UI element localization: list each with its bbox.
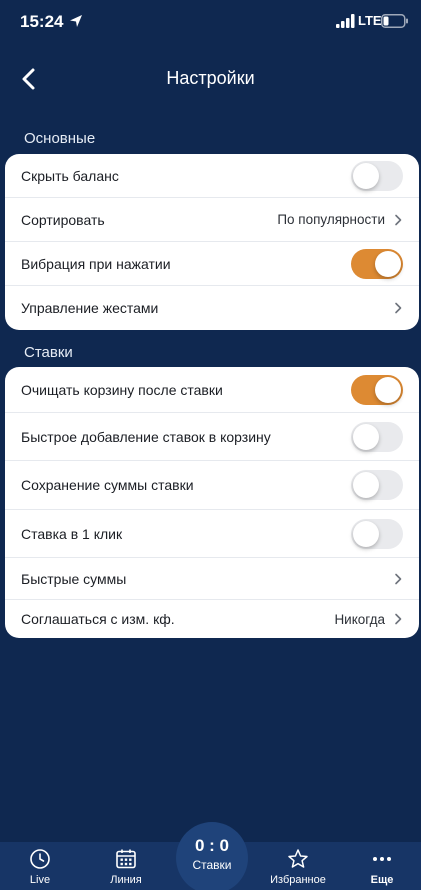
settings-card-bets: Очищать корзину после ставки Быстрое доб… <box>5 367 419 638</box>
vibration-toggle[interactable] <box>351 248 403 279</box>
row-accept-odds-change[interactable]: Соглашаться с изм. кф. Никогда <box>5 600 419 638</box>
row-clear-cart: Очищать корзину после ставки <box>5 367 419 413</box>
toggle-knob <box>375 250 401 277</box>
row-sort[interactable]: Сортировать По популярности <box>5 198 419 242</box>
chevron-right-icon <box>395 214 402 225</box>
hide-balance-toggle[interactable] <box>351 160 403 191</box>
section-title-bets: Ставки <box>24 344 73 361</box>
one-click-toggle[interactable] <box>351 518 403 549</box>
row-label: Скрыть баланс <box>21 167 119 184</box>
row-quick-add: Быстрое добавление ставок в корзину <box>5 413 419 461</box>
tab-line[interactable]: Линия <box>96 842 156 890</box>
tab-label: Избранное <box>270 874 326 886</box>
tab-label: Линия <box>110 874 142 886</box>
chevron-right-icon <box>395 573 402 584</box>
tab-label: Ставки <box>192 858 232 872</box>
status-time: 15:24 <box>20 12 64 31</box>
chevron-right-icon <box>395 302 402 314</box>
sort-value: По популярности <box>277 212 385 227</box>
toggle-knob <box>353 472 379 498</box>
row-label: Сохранение суммы ставки <box>21 477 194 493</box>
calendar-icon <box>116 849 136 869</box>
section-title-main: Основные <box>24 130 96 147</box>
location-arrow-icon <box>70 15 82 27</box>
settings-card-main: Скрыть баланс Сортировать По популярност… <box>5 154 419 330</box>
tab-bets[interactable]: 0 : 0 Ставки <box>176 822 248 890</box>
clock-icon <box>30 849 50 869</box>
settings-screen: 15:24 LTE Настройки Основные Скрыть бала… <box>0 0 421 890</box>
accept-odds-value: Никогда <box>334 611 385 627</box>
chevron-right-icon <box>395 613 402 625</box>
row-label: Очищать корзину после ставки <box>21 381 223 398</box>
cellular-signal-icon <box>336 14 355 28</box>
row-gesture-control[interactable]: Управление жестами <box>5 286 419 330</box>
row-quick-amounts[interactable]: Быстрые суммы <box>5 558 419 600</box>
tab-live[interactable]: Live <box>12 842 68 890</box>
row-save-amount: Сохранение суммы ставки <box>5 461 419 510</box>
page-title: Настройки <box>166 68 255 88</box>
status-bar: 15:24 LTE <box>0 0 421 44</box>
star-icon <box>288 849 308 868</box>
row-label: Соглашаться с изм. кф. <box>21 611 175 627</box>
row-one-click: Ставка в 1 клик <box>5 510 419 558</box>
more-dots-icon <box>373 857 391 861</box>
row-label: Ставка в 1 клик <box>21 525 123 542</box>
row-label: Сортировать <box>21 211 105 228</box>
tab-label: Еще <box>370 874 394 886</box>
tab-more[interactable]: Еще <box>358 842 406 890</box>
row-label: Быстрые суммы <box>21 570 127 587</box>
network-type: LTE <box>358 13 382 28</box>
row-vibration: Вибрация при нажатии <box>5 242 419 286</box>
row-label: Вибрация при нажатии <box>21 255 171 272</box>
toggle-knob <box>353 423 379 450</box>
tab-label: Live <box>29 874 51 886</box>
row-hide-balance: Скрыть баланс <box>5 154 419 198</box>
quick-add-toggle[interactable] <box>351 421 403 452</box>
clear-cart-toggle[interactable] <box>351 374 403 405</box>
save-amount-toggle[interactable] <box>351 470 403 500</box>
toggle-knob <box>353 520 379 547</box>
toggle-knob <box>375 376 401 403</box>
battery-icon <box>381 14 408 28</box>
bet-score: 0 : 0 <box>194 836 230 855</box>
row-label: Быстрое добавление ставок в корзину <box>21 428 271 445</box>
row-label: Управление жестами <box>21 300 159 316</box>
toggle-knob <box>353 162 379 189</box>
tab-favorites[interactable]: Избранное <box>264 842 332 890</box>
